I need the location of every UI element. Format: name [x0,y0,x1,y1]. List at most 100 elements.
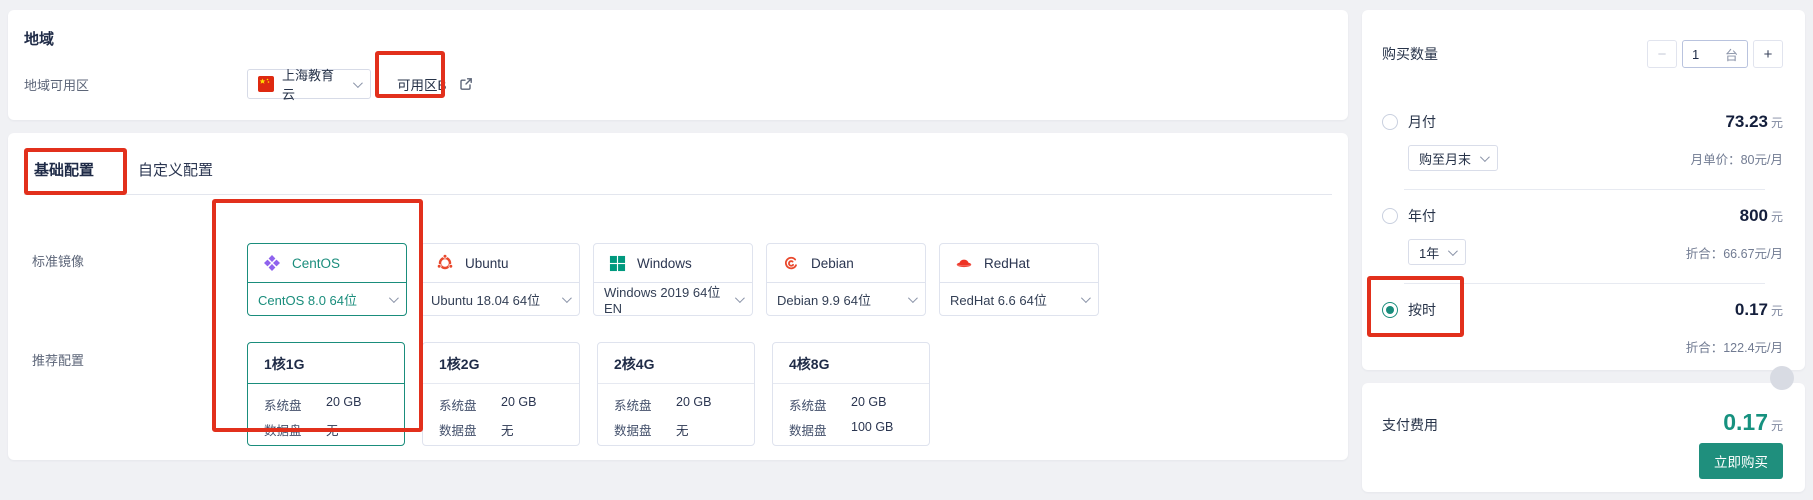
monthly-radio[interactable] [1382,114,1398,130]
data-disk-label: 数据盘 [264,420,326,439]
divider [1404,189,1765,190]
yearly-label: 年付 [1408,206,1436,226]
zone-option[interactable]: 可用区B [397,74,447,94]
debian-option[interactable]: Debian [766,243,926,283]
region-select[interactable]: 上海教育云 [247,69,371,99]
region-card: 地域 地域可用区 上海教育云 可用区B [8,10,1348,120]
spec-card-2c4g[interactable]: 2核4G 系统盘20 GB 数据盘无 [597,342,755,446]
data-disk-label: 数据盘 [439,420,501,439]
ubuntu-option[interactable]: Ubuntu [420,243,580,283]
debian-label: Debian [811,256,854,271]
configuration-card: 基础配置 自定义配置 标准镜像 CentOS CentOS 8.0 64位 [8,133,1348,460]
data-disk-value: 无 [501,420,514,439]
quantity-plus-button[interactable]: + [1753,40,1783,68]
centos-icon [263,254,281,272]
redhat-option[interactable]: RedHat [939,243,1099,283]
yearly-duration-select[interactable]: 1年 [1408,239,1466,265]
standard-image-row: 标准镜像 CentOS CentOS 8.0 64位 [24,243,1332,316]
recommended-spec-row: 推荐配置 1核1G 系统盘20 GB 数据盘无 1核2G 系统盘20 GB 数据… [24,342,1332,446]
image-card-redhat[interactable]: RedHat RedHat 6.6 64位 [939,243,1099,316]
centos-label: CentOS [292,256,340,271]
chevron-down-icon [735,293,745,303]
system-disk-label: 系统盘 [439,395,501,414]
payment-card: 支付费用 0.17元 立即购买 [1362,383,1805,492]
system-disk-label: 系统盘 [264,395,326,414]
debian-version-select[interactable]: Debian 9.9 64位 [766,282,926,316]
quantity-value: 1 [1692,47,1699,62]
yearly-converted-price: 折合：66.67元/月 [1686,243,1783,262]
system-disk-value: 20 GB [676,395,711,414]
purchase-panel: 购买数量 − 1 台 + 月付 73.23元 购至月末 月单价：80元/月 [1362,10,1805,370]
quantity-stepper: − 1 台 + [1647,40,1783,68]
quantity-unit: 台 [1725,45,1738,64]
ubuntu-icon [436,254,454,272]
windows-icon [609,255,626,272]
billing-plans: 月付 73.23元 购至月末 月单价：80元/月 年付 800元 1年 [1382,98,1783,375]
quantity-label: 购买数量 [1382,44,1438,64]
region-zone-label: 地域可用区 [24,75,247,94]
system-disk-label: 系统盘 [789,395,851,414]
chevron-down-icon [1081,293,1091,303]
windows-version-select[interactable]: Windows 2019 64位 EN [593,282,753,316]
hourly-price: 0.17元 [1735,300,1783,320]
windows-option[interactable]: Windows [593,243,753,283]
system-disk-label: 系统盘 [614,395,676,414]
chevron-down-icon [1480,152,1490,162]
data-disk-label: 数据盘 [789,420,851,439]
scroll-dot [1770,366,1794,390]
hourly-radio[interactable] [1382,302,1398,318]
plan-hourly: 按时 0.17元 折合：122.4元/月 [1382,286,1783,375]
plan-monthly: 月付 73.23元 购至月末 月单价：80元/月 [1382,98,1783,187]
external-link-icon[interactable] [459,77,473,91]
region-select-value: 上海教育云 [282,65,345,103]
quantity-input[interactable]: 1 台 [1682,40,1748,68]
windows-label: Windows [637,256,692,271]
tab-basic-config[interactable]: 基础配置 [32,149,96,194]
data-disk-value: 无 [326,420,339,439]
spec-card-1c1g[interactable]: 1核1G 系统盘20 GB 数据盘无 [247,342,405,446]
image-card-centos[interactable]: CentOS CentOS 8.0 64位 [247,243,407,316]
spec-card-4c8g[interactable]: 4核8G 系统盘20 GB 数据盘100 GB [772,342,930,446]
config-tabs: 基础配置 自定义配置 [24,149,1332,195]
ubuntu-version-select[interactable]: Ubuntu 18.04 64位 [420,282,580,316]
chevron-down-icon [908,293,918,303]
system-disk-value: 20 GB [851,395,886,414]
centos-version-select[interactable]: CentOS 8.0 64位 [247,282,407,316]
redhat-label: RedHat [984,256,1030,271]
plan-yearly: 年付 800元 1年 折合：66.67元/月 [1382,192,1783,281]
redhat-icon [955,254,973,272]
standard-image-label: 标准镜像 [32,243,247,316]
chevron-down-icon [1448,246,1458,256]
system-disk-value: 20 GB [326,395,361,414]
image-card-debian[interactable]: Debian Debian 9.9 64位 [766,243,926,316]
monthly-unit-price: 月单价：80元/月 [1691,149,1783,168]
buy-now-button[interactable]: 立即购买 [1699,443,1783,479]
monthly-duration-select[interactable]: 购至月末 [1408,145,1498,171]
quantity-minus-button[interactable]: − [1647,40,1677,68]
redhat-version-select[interactable]: RedHat 6.6 64位 [939,282,1099,316]
spec-card-1c2g[interactable]: 1核2G 系统盘20 GB 数据盘无 [422,342,580,446]
chevron-down-icon [562,293,572,303]
yearly-radio[interactable] [1382,208,1398,224]
debian-icon [782,254,800,272]
ubuntu-label: Ubuntu [465,256,509,271]
tab-custom-config[interactable]: 自定义配置 [136,149,215,194]
monthly-price: 73.23元 [1725,112,1783,132]
monthly-label: 月付 [1408,112,1436,132]
recommended-spec-label: 推荐配置 [32,342,247,446]
data-disk-value: 无 [676,420,689,439]
yearly-price: 800元 [1740,206,1783,226]
china-flag-icon [258,76,274,92]
pay-fee-label: 支付费用 [1382,415,1438,435]
hourly-converted-price: 折合：122.4元/月 [1686,337,1783,356]
image-card-ubuntu[interactable]: Ubuntu Ubuntu 18.04 64位 [420,243,580,316]
region-title: 地域 [24,28,1332,49]
chevron-down-icon [353,78,363,88]
divider [1404,283,1765,284]
data-disk-value: 100 GB [851,420,893,439]
system-disk-value: 20 GB [501,395,536,414]
quantity-row: 购买数量 − 1 台 + [1382,40,1783,68]
data-disk-label: 数据盘 [614,420,676,439]
centos-option[interactable]: CentOS [247,243,407,283]
image-card-windows[interactable]: Windows Windows 2019 64位 EN [593,243,753,316]
